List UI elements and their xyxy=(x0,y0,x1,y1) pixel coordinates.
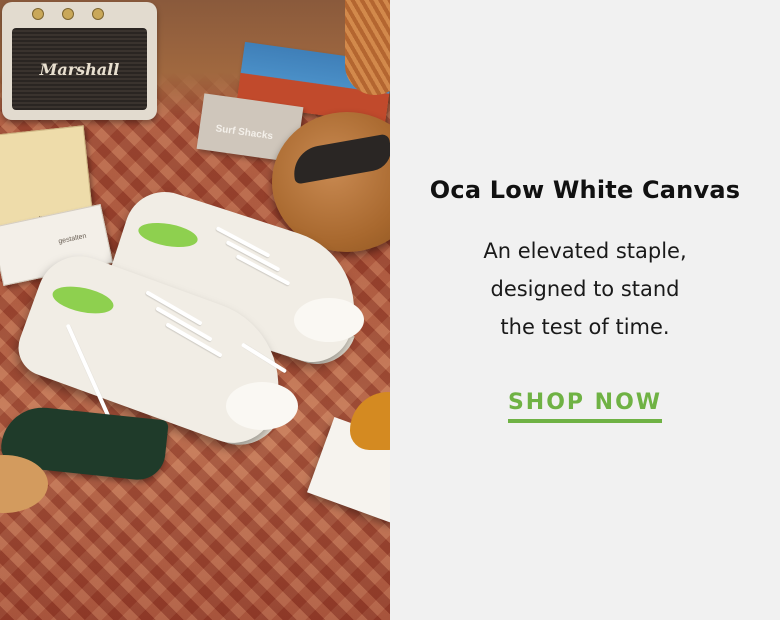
speaker-knobs xyxy=(32,8,104,20)
surfboard-prop xyxy=(345,0,390,95)
shoe-toe-cap xyxy=(294,298,364,342)
book-publisher: gestalten xyxy=(57,232,88,246)
knob-icon xyxy=(32,8,44,20)
knob-icon xyxy=(62,8,74,20)
shop-now-link[interactable]: SHOP NOW xyxy=(507,390,663,423)
tagline-line: An elevated staple, xyxy=(483,239,687,263)
surf-fin-prop xyxy=(350,392,390,450)
product-photo[interactable]: Marshall Surf Shacks gestalten gestalten xyxy=(0,0,390,620)
tagline-line: designed to stand xyxy=(490,277,680,301)
promo-content-panel: Oca Low White Canvas An elevated staple,… xyxy=(390,0,780,620)
speaker-brand-logo: Marshall xyxy=(39,60,120,79)
product-title: Oca Low White Canvas xyxy=(429,176,741,204)
knob-icon xyxy=(92,8,104,20)
product-tagline: An elevated staple, designed to stand th… xyxy=(465,232,705,346)
tagline-line: the test of time. xyxy=(500,315,670,339)
shoe-toe-cap xyxy=(226,382,298,430)
speaker-prop: Marshall xyxy=(2,2,157,120)
book-title: Surf Shacks xyxy=(214,123,274,143)
promo-banner: Marshall Surf Shacks gestalten gestalten xyxy=(0,0,780,620)
